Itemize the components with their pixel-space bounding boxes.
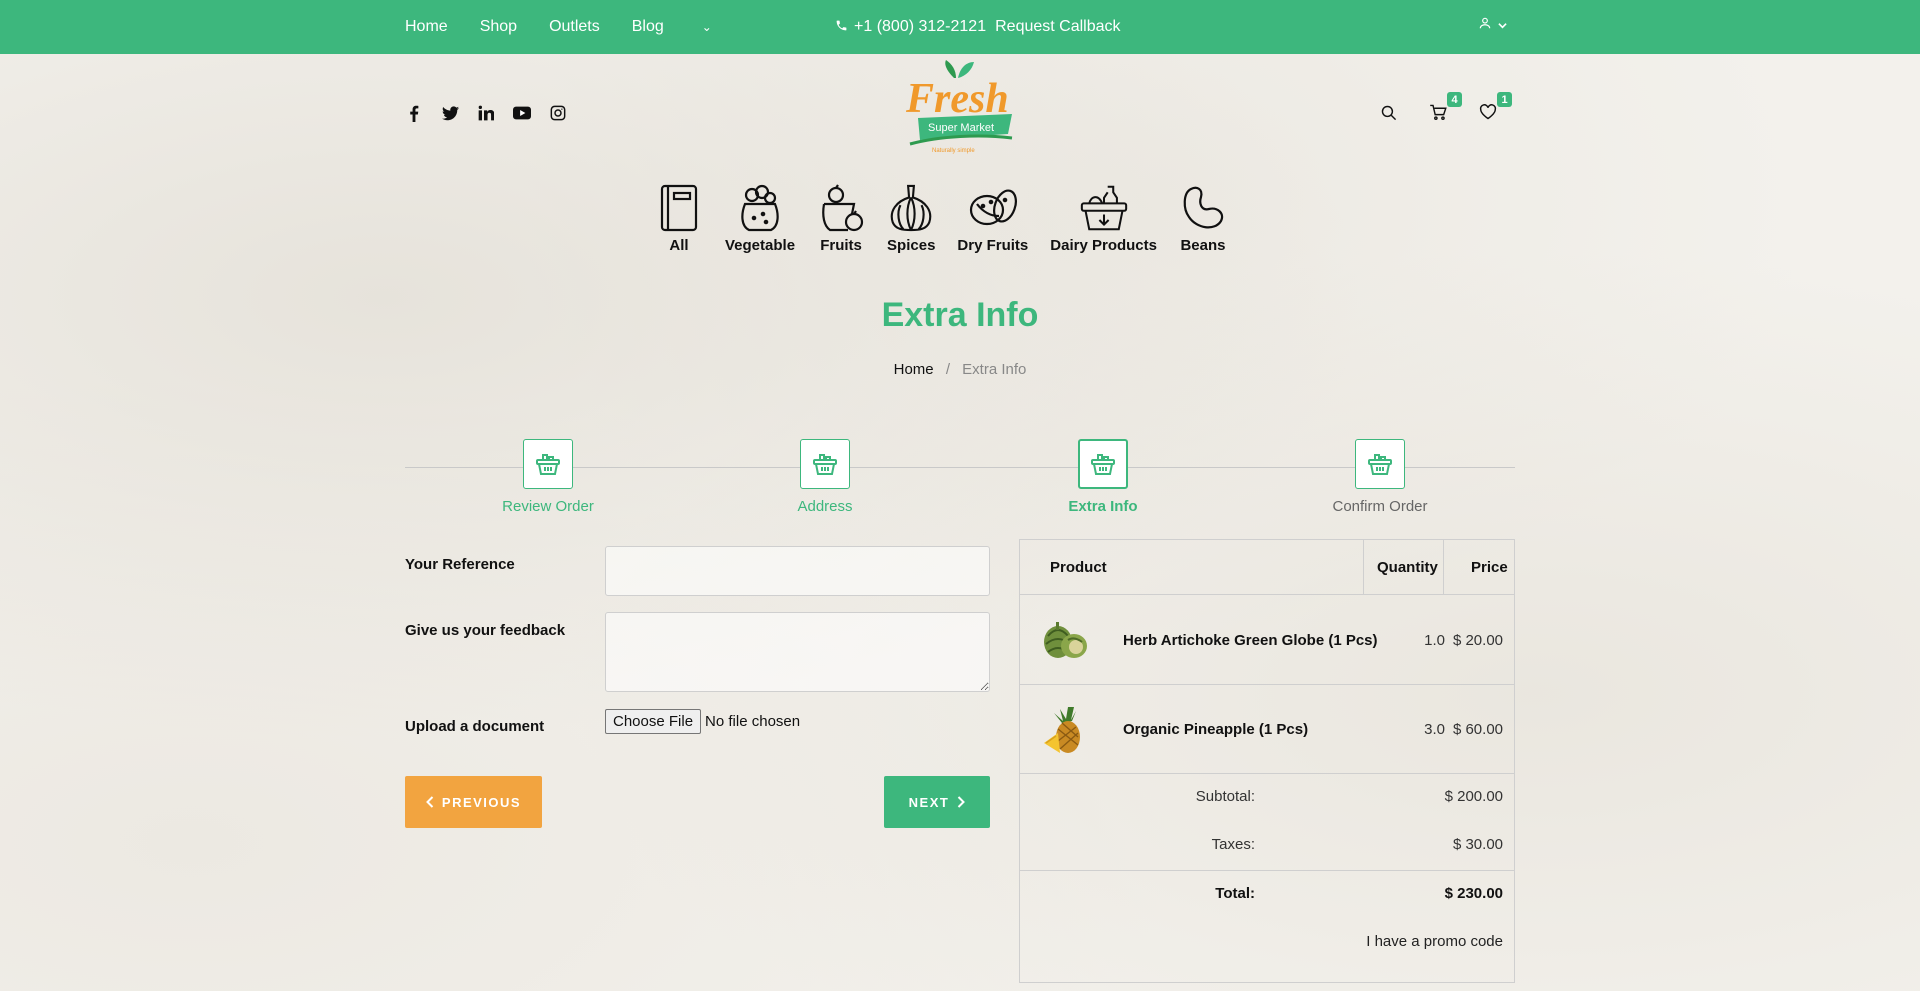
category-spices[interactable]: Spices xyxy=(887,183,935,254)
wishlist-count-badge: 1 xyxy=(1497,92,1512,107)
site-header: Fresh Super Market Naturally simple 4 1 xyxy=(0,54,1920,164)
taxes-value: $ 30.00 xyxy=(1452,836,1503,853)
total-label: Total: xyxy=(1215,885,1255,902)
header-actions: 4 1 xyxy=(1378,92,1512,122)
twitter-icon[interactable] xyxy=(441,104,459,122)
user-chevron-down-icon xyxy=(1498,17,1507,35)
nav-outlets[interactable]: Outlets xyxy=(549,18,600,36)
breadcrumb-home[interactable]: Home xyxy=(894,361,934,378)
main-nav: Home Shop Outlets Blog ⌄ xyxy=(405,0,712,54)
svg-text:Naturally simple: Naturally simple xyxy=(932,148,975,154)
step-confirm-order[interactable]: Confirm Order xyxy=(1310,439,1450,515)
social-links xyxy=(405,104,567,122)
category-vegetable[interactable]: Vegetable xyxy=(725,183,795,254)
order-summary: Product Quantity Price Herb Artichoke Gr… xyxy=(1019,539,1515,983)
feedback-label: Give us your feedback xyxy=(405,622,566,639)
next-button[interactable]: NEXT xyxy=(884,776,990,828)
breadcrumb-separator: / xyxy=(945,361,950,378)
basket-icon xyxy=(1355,439,1405,489)
subtotal-label: Subtotal: xyxy=(1195,788,1255,805)
category-fruits[interactable]: Fruits xyxy=(817,183,865,254)
nav-shop[interactable]: Shop xyxy=(480,18,517,36)
step-extra-info[interactable]: Extra Info xyxy=(1033,439,1173,515)
item-quantity: 1.0 xyxy=(1424,632,1445,649)
col-divider xyxy=(1443,540,1444,595)
vegetable-sack-icon xyxy=(736,183,784,233)
linkedin-icon[interactable] xyxy=(477,104,495,122)
nuts-icon xyxy=(969,183,1017,233)
col-product: Product xyxy=(1050,559,1107,576)
category-beans[interactable]: Beans xyxy=(1179,183,1227,254)
request-callback-link[interactable]: Request Callback xyxy=(995,18,1120,36)
svg-text:Super Market: Super Market xyxy=(928,122,994,134)
brand-logo[interactable]: Fresh Super Market Naturally simple xyxy=(900,60,1020,156)
category-all[interactable]: All xyxy=(655,183,703,254)
instagram-icon[interactable] xyxy=(549,104,567,122)
checkout-steps: Review Order Address Extra Info Confirm … xyxy=(405,439,1515,519)
category-dry-fruits[interactable]: Dry Fruits xyxy=(957,183,1028,254)
upload-label: Upload a document xyxy=(405,718,545,735)
youtube-icon[interactable] xyxy=(513,104,531,122)
category-dairy-products[interactable]: Dairy Products xyxy=(1050,183,1157,254)
basket-icon xyxy=(1078,439,1128,489)
item-name[interactable]: Herb Artichoke Green Globe (1 Pcs) xyxy=(1123,596,1378,685)
total-value: $ 230.00 xyxy=(1444,885,1503,902)
item-price: $ 60.00 xyxy=(1452,721,1503,738)
col-divider xyxy=(1363,540,1364,595)
dairy-basket-icon xyxy=(1080,183,1128,233)
pineapple-image xyxy=(1038,703,1092,757)
feedback-textarea[interactable] xyxy=(605,612,990,692)
summary-item: Herb Artichoke Green Globe (1 Pcs) 1.0 $… xyxy=(1020,596,1514,685)
bean-icon xyxy=(1179,183,1227,233)
col-price: Price xyxy=(1471,559,1508,576)
basket-icon xyxy=(800,439,850,489)
phone-number[interactable]: +1 (800) 312-2121 xyxy=(854,18,986,36)
promo-code-link[interactable]: I have a promo code xyxy=(1366,933,1503,950)
artichoke-image xyxy=(1038,614,1092,668)
top-bar: Home Shop Outlets Blog ⌄ +1 (800) 312-21… xyxy=(0,0,1920,54)
file-upload: Choose File No file chosen xyxy=(605,709,800,734)
subtotal-value: $ 200.00 xyxy=(1444,788,1503,805)
breadcrumb: Home / Extra Info xyxy=(0,361,1920,378)
fruit-basket-icon xyxy=(817,183,865,233)
taxes-label: Taxes: xyxy=(1211,836,1255,853)
reference-input[interactable] xyxy=(605,546,990,596)
chevron-right-icon xyxy=(958,796,966,808)
user-icon xyxy=(1478,16,1492,35)
basket-icon xyxy=(523,439,573,489)
total-divider xyxy=(1020,870,1514,871)
breadcrumb-current: Extra Info xyxy=(962,361,1027,378)
facebook-icon[interactable] xyxy=(405,104,423,122)
col-quantity: Quantity xyxy=(1377,559,1438,576)
phone-icon xyxy=(835,19,848,35)
cart-count-badge: 4 xyxy=(1447,92,1462,107)
nav-home[interactable]: Home xyxy=(405,18,448,36)
garlic-icon xyxy=(887,183,935,233)
cart-icon xyxy=(1430,104,1447,120)
step-address[interactable]: Address xyxy=(755,439,895,515)
nav-blog[interactable]: Blog xyxy=(632,18,664,36)
summary-item: Organic Pineapple (1 Pcs) 3.0 $ 60.00 xyxy=(1020,685,1514,774)
chevron-left-icon xyxy=(425,796,434,808)
item-price: $ 20.00 xyxy=(1452,632,1503,649)
item-name[interactable]: Organic Pineapple (1 Pcs) xyxy=(1123,685,1308,774)
heart-icon xyxy=(1479,104,1497,120)
reference-label: Your Reference xyxy=(405,556,515,573)
contact-info: +1 (800) 312-2121 Request Callback xyxy=(835,0,1121,54)
file-status: No file chosen xyxy=(705,713,801,730)
wishlist-button[interactable]: 1 xyxy=(1478,92,1512,122)
previous-button[interactable]: PREVIOUS xyxy=(405,776,542,828)
summary-header: Product Quantity Price xyxy=(1020,540,1514,595)
user-menu[interactable] xyxy=(1478,16,1507,35)
search-icon[interactable] xyxy=(1378,102,1398,122)
book-icon xyxy=(655,183,703,233)
step-review-order[interactable]: Review Order xyxy=(478,439,618,515)
nav-more-chevron-icon[interactable]: ⌄ xyxy=(702,20,712,34)
item-quantity: 3.0 xyxy=(1424,721,1445,738)
cart-button[interactable]: 4 xyxy=(1428,92,1462,122)
category-bar: All Vegetable Fruits Spices Dry Fruits D… xyxy=(655,183,1249,254)
page-title: Extra Info xyxy=(881,296,1039,334)
choose-file-button[interactable]: Choose File xyxy=(605,709,702,734)
